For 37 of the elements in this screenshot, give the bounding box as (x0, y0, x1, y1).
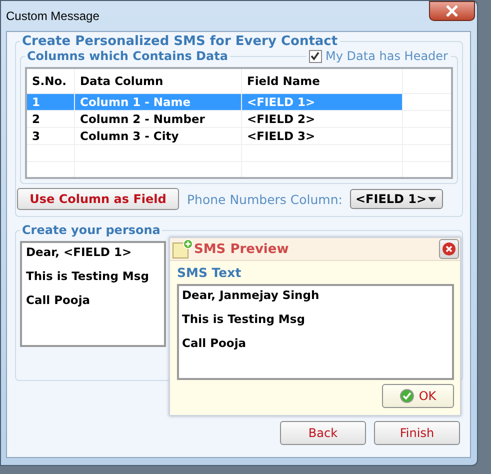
message-field[interactable]: Dear, <FIELD 1> This is Testing Msg Call Pooja (20, 241, 166, 347)
table-cell: 3 (27, 128, 75, 144)
table-cell: <FIELD 1> (242, 94, 403, 110)
popup-title: SMS Preview (194, 242, 290, 256)
table-cell: <FIELD 2> (242, 111, 403, 127)
table-cell: 2 (27, 111, 75, 127)
dropdown-arrow-icon (428, 196, 436, 202)
table-row[interactable]: 3 Column 3 - City <FIELD 3> (27, 128, 451, 145)
finish-button[interactable]: Finish (374, 421, 460, 445)
ok-button[interactable]: OK (382, 384, 454, 408)
close-button[interactable] (429, 1, 475, 21)
checkbox-label: My Data has Header (326, 49, 448, 63)
group-title: Columns which Contains Data (26, 49, 229, 63)
phone-column-dropdown[interactable]: <FIELD 1> (350, 189, 444, 209)
table-cell: 1 (27, 94, 75, 110)
sms-text-label: SMS Text (177, 265, 242, 280)
table-cell: <FIELD 3> (242, 128, 403, 144)
table-cell: Column 1 - Name (75, 94, 242, 110)
column-header: Field Name (242, 69, 403, 93)
table-cell: Column 3 - City (75, 128, 242, 144)
column-header: Data Column (75, 69, 242, 93)
table-cell: Column 2 - Number (75, 111, 242, 127)
checkbox[interactable] (308, 50, 322, 62)
close-icon (445, 5, 459, 17)
check-icon (400, 389, 414, 403)
note-icon (172, 239, 194, 259)
group-title: Create your persona (21, 223, 162, 237)
close-button[interactable] (439, 239, 459, 259)
table-row[interactable]: 2 Column 2 - Number <FIELD 2> (27, 111, 451, 128)
back-button[interactable]: Back (280, 421, 366, 445)
close-icon (442, 242, 456, 256)
use-column-button[interactable]: Use Column as Field (17, 188, 179, 210)
window-title: Custom Message (6, 9, 100, 23)
phone-column-label: Phone Numbers Column: (187, 192, 342, 206)
column-header: S.No. (27, 69, 75, 93)
group-title: Create Personalized SMS for Every Contact (21, 34, 339, 49)
sms-text-field[interactable]: Dear, Janmejay Singh This is Testing Msg Call Pooja (177, 284, 454, 380)
